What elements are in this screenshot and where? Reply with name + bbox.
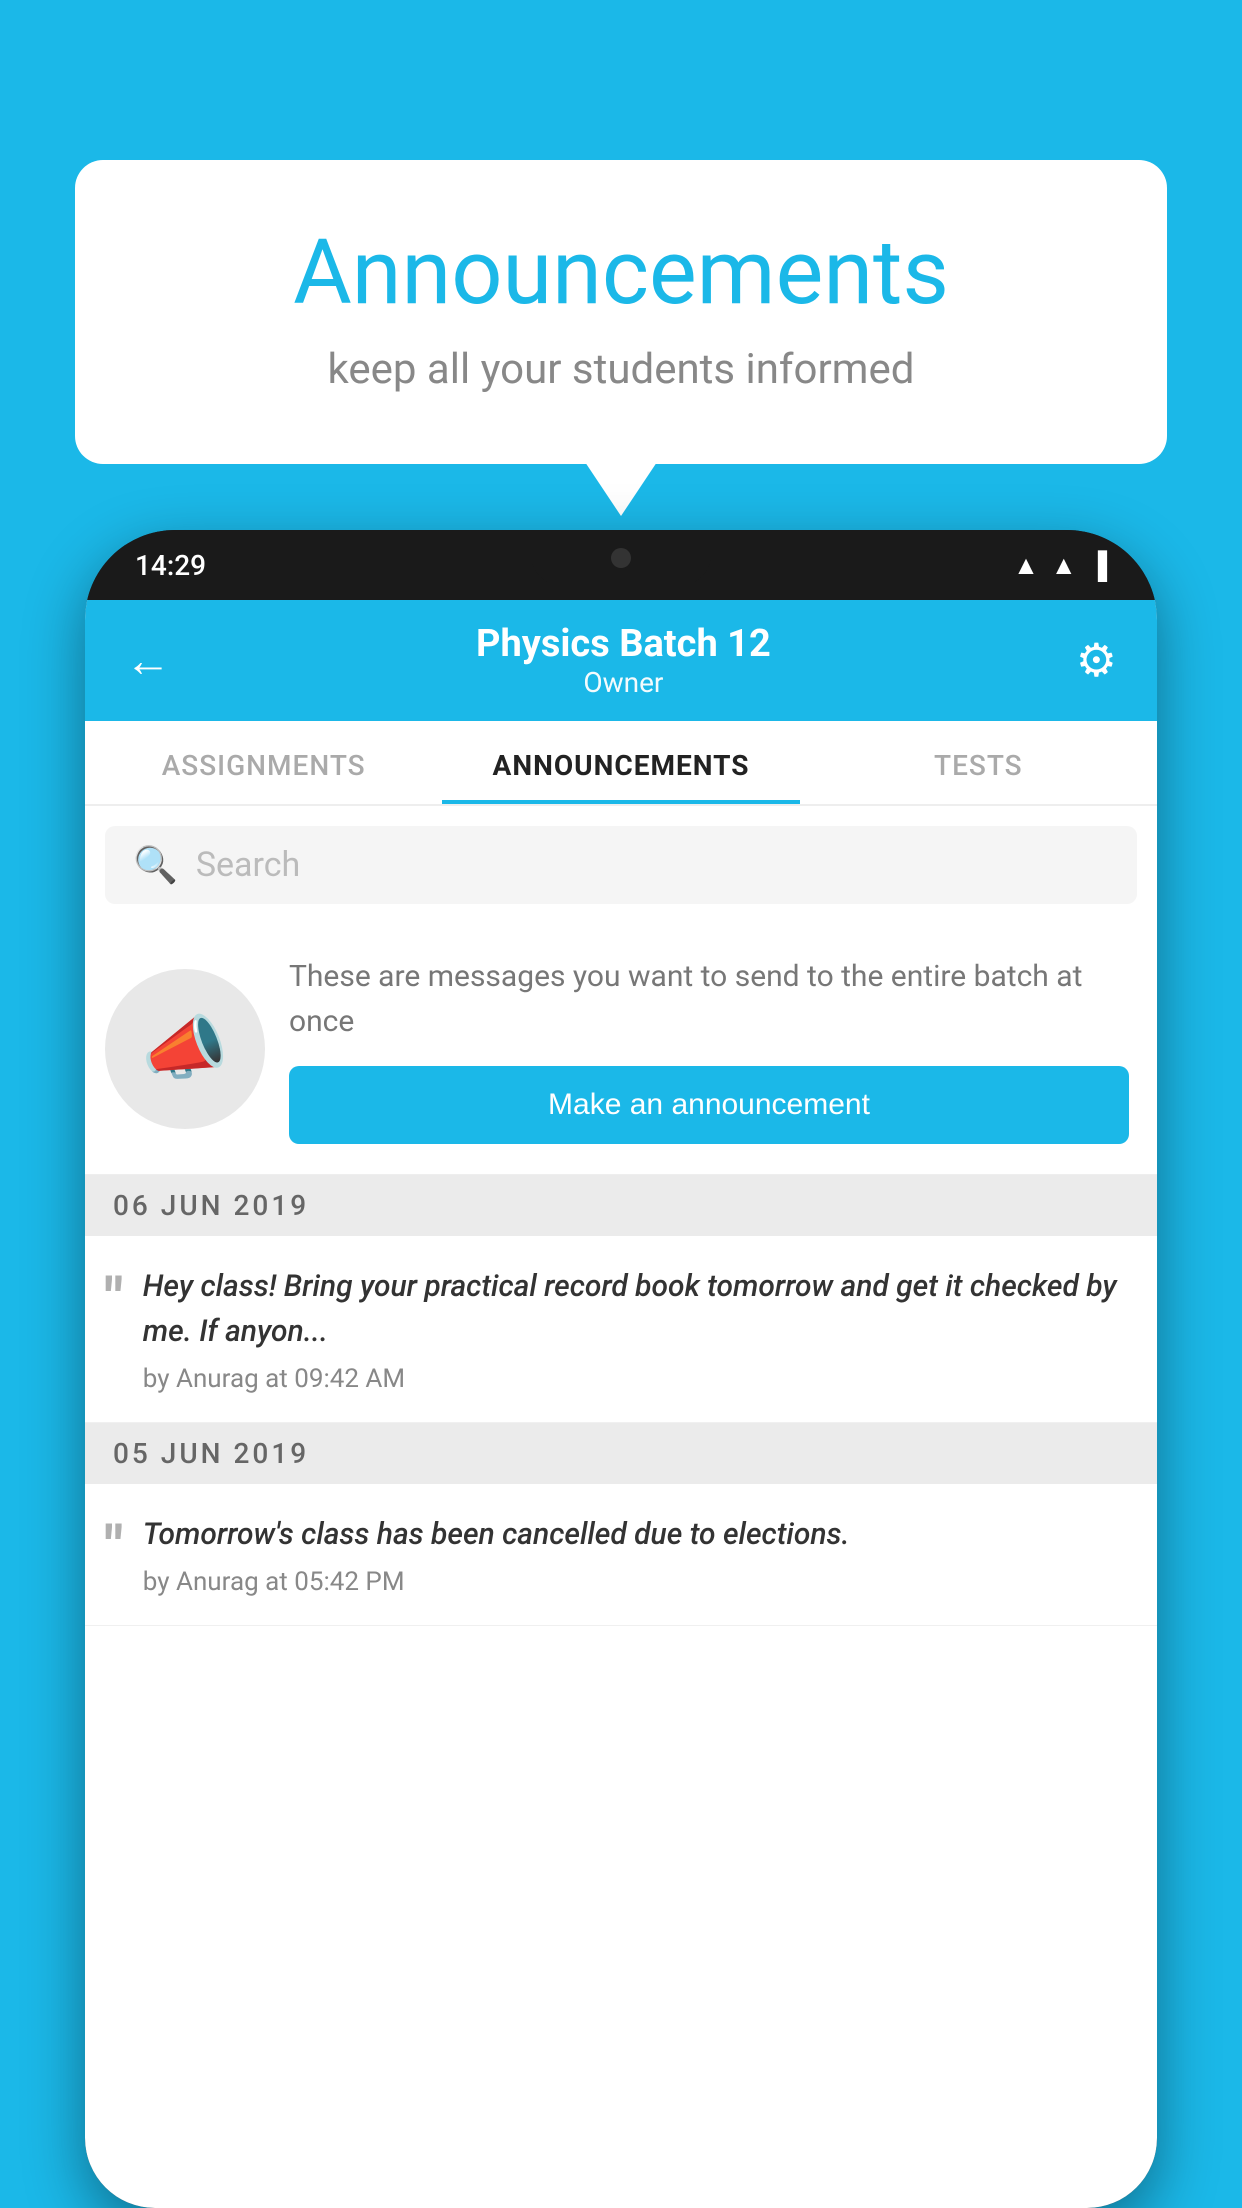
megaphone-circle: 📣	[105, 969, 265, 1129]
announcement-text-1: Hey class! Bring your practical record b…	[143, 1264, 1129, 1394]
back-button[interactable]: ←	[125, 633, 171, 688]
announcement-promo: 📣 These are messages you want to send to…	[85, 924, 1157, 1175]
status-icons: ▲ ▲ ▐	[1013, 550, 1107, 581]
app-content: ← Physics Batch 12 Owner ⚙ ASSIGNMENTS A…	[85, 600, 1157, 2208]
tab-assignments[interactable]: ASSIGNMENTS	[85, 721, 442, 804]
announcement-message-1: Hey class! Bring your practical record b…	[143, 1264, 1129, 1354]
quote-icon-1: "	[105, 1270, 123, 1326]
megaphone-icon: 📣	[141, 1008, 228, 1090]
search-icon: 🔍	[133, 844, 178, 886]
status-time: 14:29	[135, 549, 206, 582]
date-separator-2: 05 JUN 2019	[85, 1423, 1157, 1484]
tab-announcements[interactable]: ANNOUNCEMENTS	[442, 721, 799, 804]
announcement-meta-1: by Anurag at 09:42 AM	[143, 1364, 1129, 1394]
search-bar[interactable]: 🔍 Search	[105, 826, 1137, 904]
announcement-text-2: Tomorrow's class has been cancelled due …	[143, 1512, 850, 1597]
search-placeholder: Search	[196, 845, 300, 885]
phone-notch	[531, 530, 711, 585]
speech-bubble-title: Announcements	[155, 220, 1087, 325]
promo-right: These are messages you want to send to t…	[289, 954, 1129, 1144]
date-separator-1: 06 JUN 2019	[85, 1175, 1157, 1236]
header-subtitle: Owner	[476, 666, 771, 699]
tabs-bar: ASSIGNMENTS ANNOUNCEMENTS TESTS	[85, 721, 1157, 806]
battery-icon: ▐	[1089, 550, 1107, 581]
header-title-area: Physics Batch 12 Owner	[476, 622, 771, 699]
wifi-icon: ▲	[1013, 550, 1039, 581]
header-title: Physics Batch 12	[476, 622, 771, 666]
app-header: ← Physics Batch 12 Owner ⚙	[85, 600, 1157, 721]
camera-dot	[611, 548, 631, 568]
phone-container: 14:29 ▲ ▲ ▐ ← Physics Batch 12 Owner ⚙ A…	[85, 530, 1157, 2208]
promo-text: These are messages you want to send to t…	[289, 954, 1129, 1044]
signal-icon: ▲	[1051, 550, 1077, 581]
announcement-meta-2: by Anurag at 05:42 PM	[143, 1567, 850, 1597]
status-bar: 14:29 ▲ ▲ ▐	[85, 530, 1157, 600]
speech-bubble: Announcements keep all your students inf…	[75, 160, 1167, 464]
settings-icon[interactable]: ⚙	[1076, 633, 1117, 688]
quote-icon-2: "	[105, 1518, 123, 1574]
make-announcement-button[interactable]: Make an announcement	[289, 1066, 1129, 1144]
announcement-item-2[interactable]: " Tomorrow's class has been cancelled du…	[85, 1484, 1157, 1626]
tab-tests[interactable]: TESTS	[800, 721, 1157, 804]
announcement-item-1[interactable]: " Hey class! Bring your practical record…	[85, 1236, 1157, 1423]
announcement-message-2: Tomorrow's class has been cancelled due …	[143, 1512, 850, 1557]
scroll-content: 🔍 Search 📣 These are messages you want t…	[85, 806, 1157, 2208]
speech-bubble-subtitle: keep all your students informed	[155, 345, 1087, 394]
